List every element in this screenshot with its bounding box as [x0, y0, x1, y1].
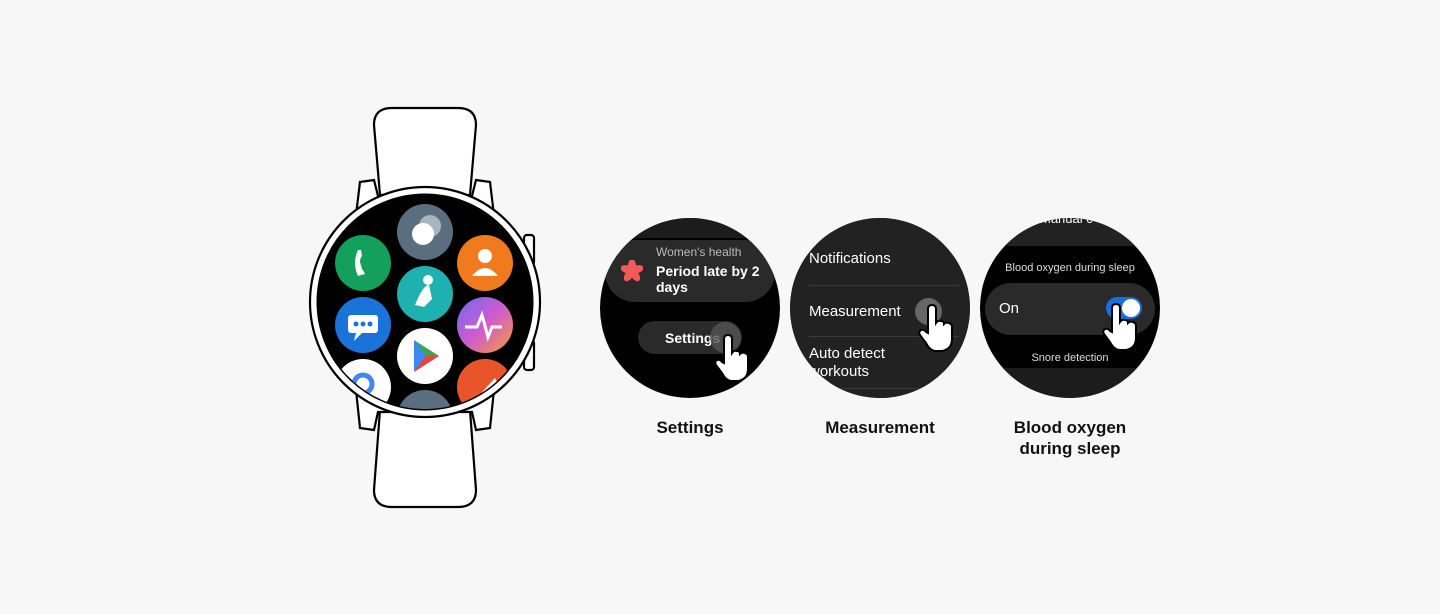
watch-strap-top — [372, 106, 478, 197]
caption-line-1: Blood oxygen — [1013, 418, 1127, 437]
screen-settings: Women's health Period late by 2 days Set… — [600, 218, 780, 398]
menu-item-auto-detect[interactable]: Auto detect — [809, 345, 885, 362]
card-text-2: days — [656, 279, 688, 295]
toggle-label: On — [999, 300, 1020, 317]
section-title: Blood oxygen during sleep — [1005, 262, 1135, 274]
watch-strap-bottom — [372, 408, 478, 509]
card-title: Women's health — [656, 245, 742, 259]
partial-item: Manual c — [1040, 218, 1093, 226]
caption-line-2: during sleep — [1019, 439, 1121, 458]
watch-illustration — [308, 106, 542, 509]
phone-icon — [335, 235, 391, 291]
flower-icon — [621, 260, 643, 282]
caption-blood-oxygen: Blood oxygen during sleep — [970, 417, 1170, 459]
hand-pointer-icon — [714, 333, 749, 382]
caption-measurement: Measurement — [825, 418, 935, 437]
hand-pointer-icon — [918, 303, 953, 352]
caption-settings: Settings — [656, 418, 724, 437]
menu-item-auto-detect-line2: workouts — [809, 363, 870, 380]
menu-item-notifications[interactable]: Notifications — [809, 250, 891, 267]
snore-detection-item[interactable]: Snore detection — [980, 352, 1160, 364]
menu-item-measurement[interactable]: Measurement — [809, 303, 901, 320]
hand-pointer-icon — [1102, 302, 1137, 351]
card-text-1: Period late by 2 — [656, 263, 760, 279]
